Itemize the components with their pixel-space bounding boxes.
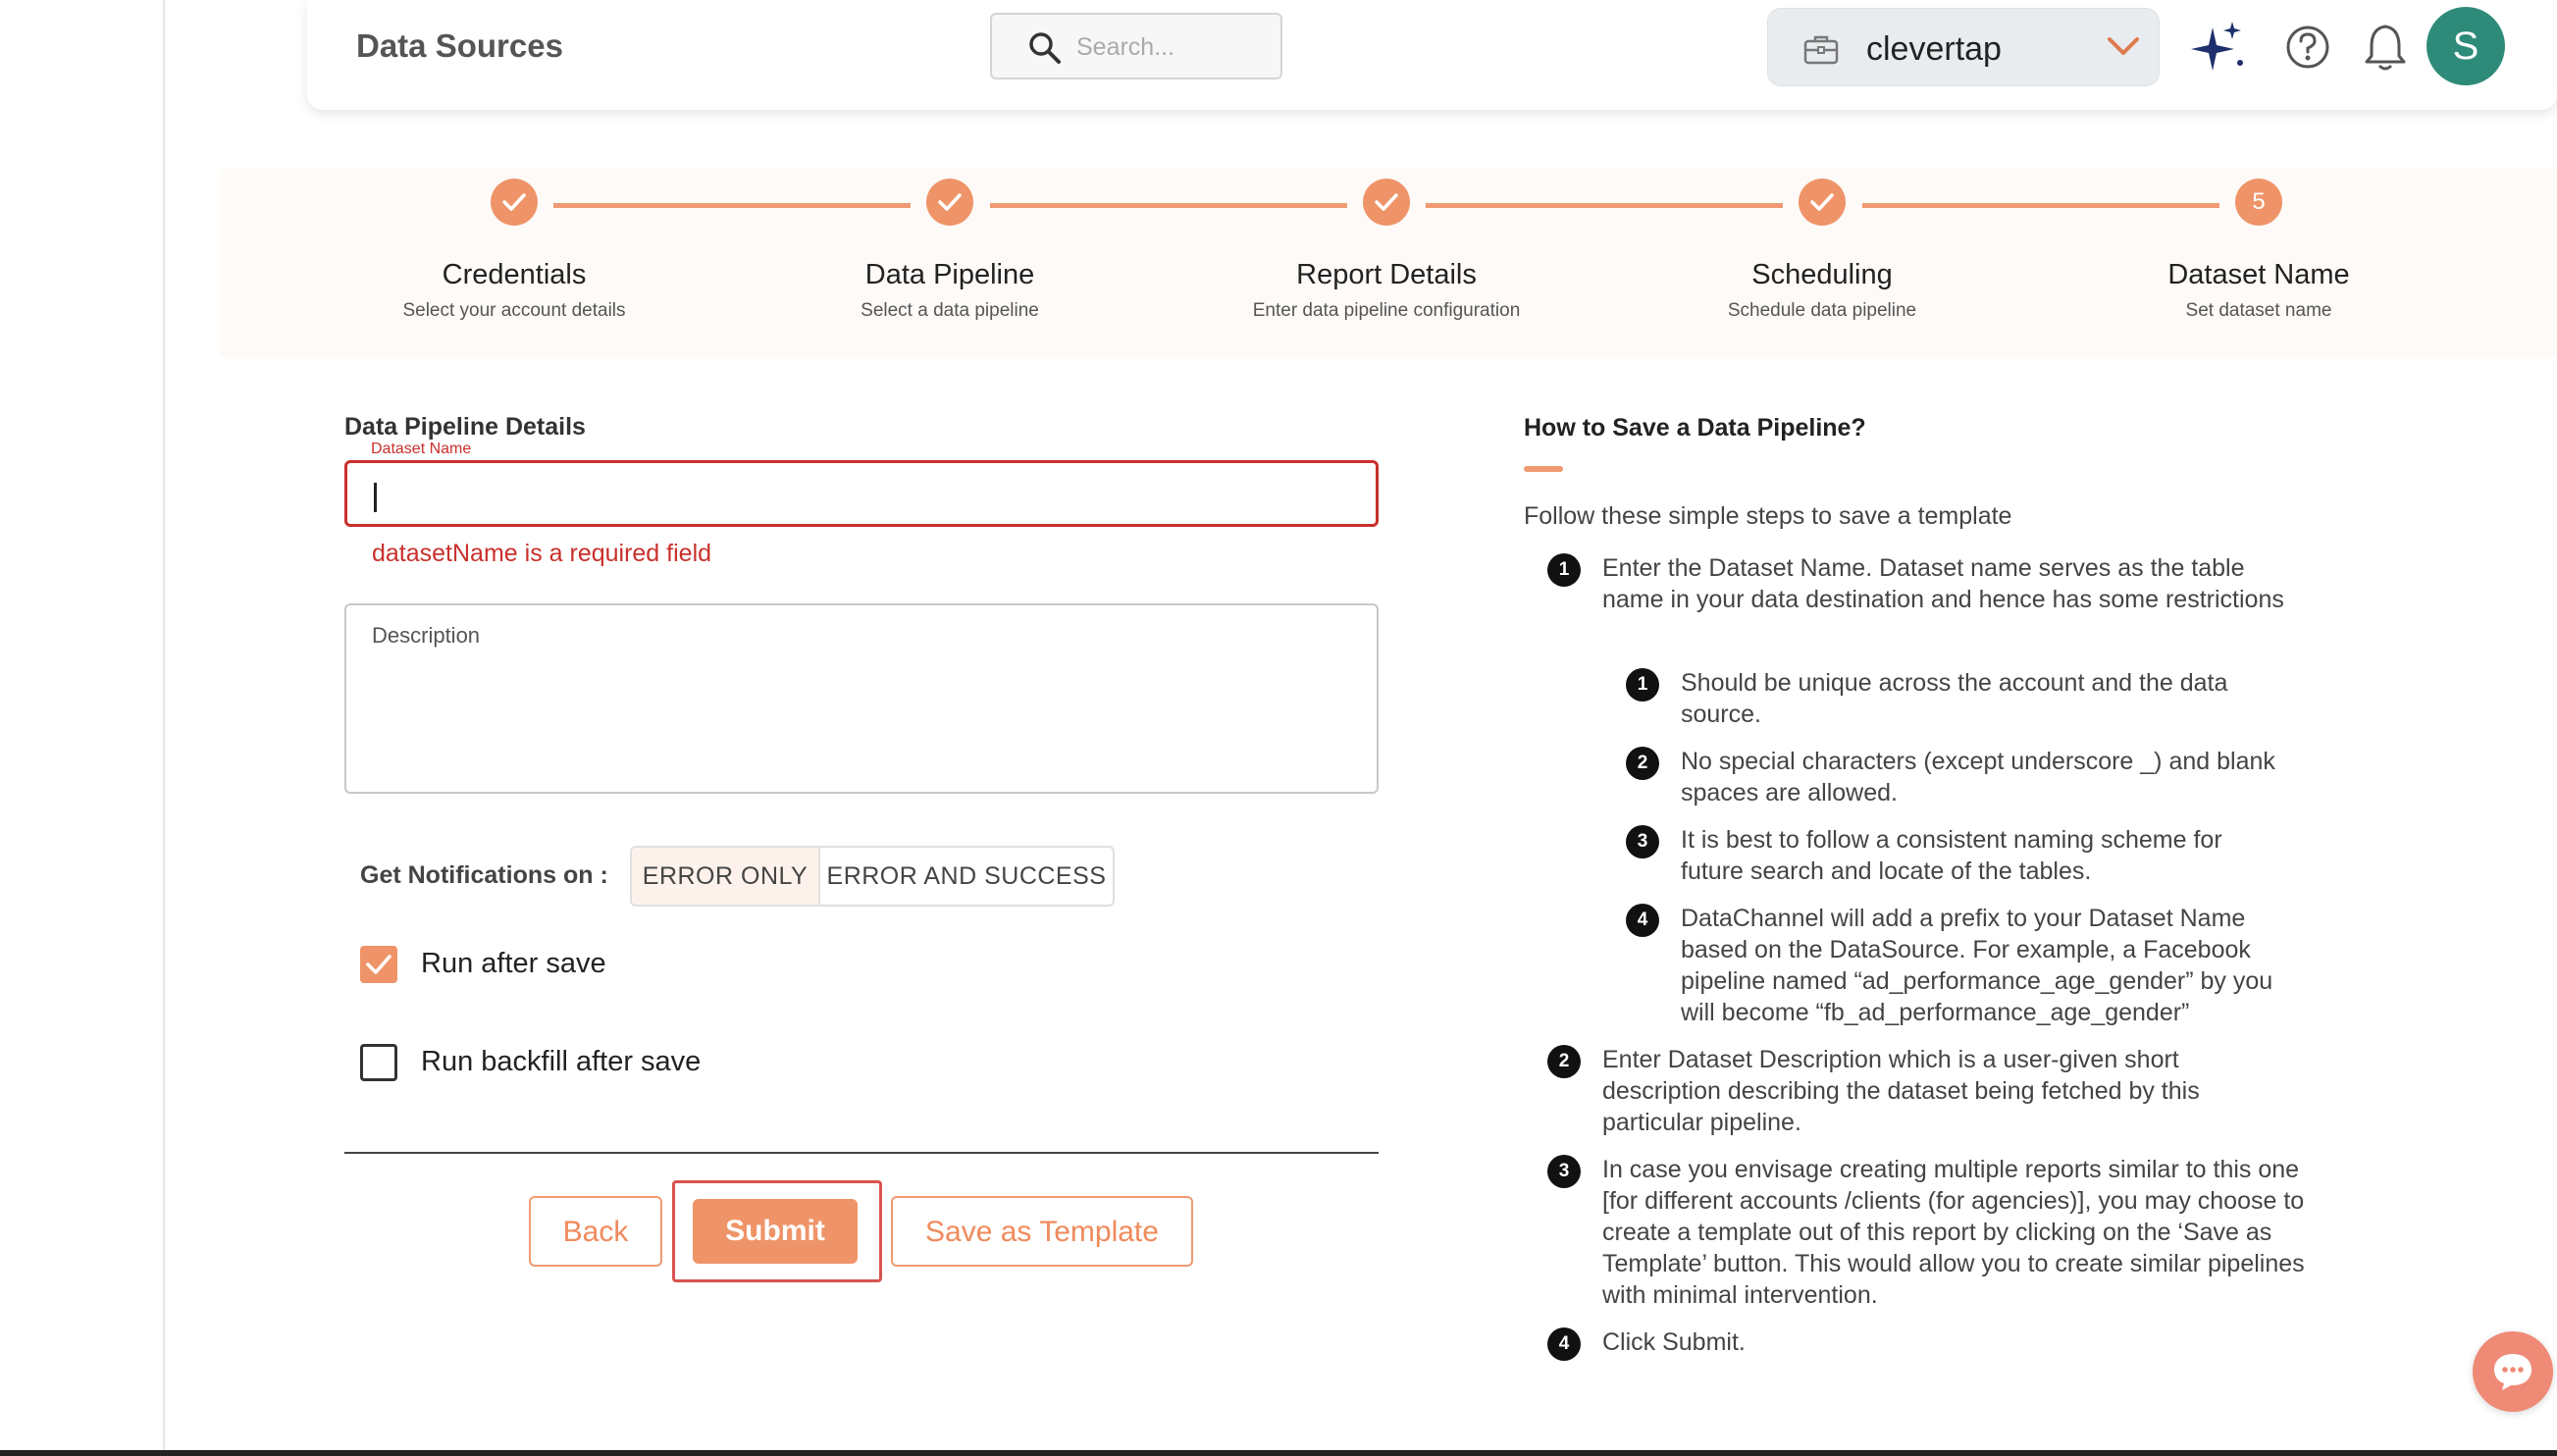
step-5-number: 5	[2235, 179, 2282, 226]
run-after-save-checkbox[interactable]	[360, 946, 397, 983]
step-1-sub: Select your account details	[402, 300, 626, 321]
help-step-number: 1	[1547, 553, 1581, 587]
help-substep-number: 3	[1626, 825, 1659, 858]
check-icon	[366, 955, 391, 974]
help-substep-text: No special characters (except underscore…	[1681, 748, 2275, 806]
step-connector	[990, 203, 1347, 208]
check-icon	[938, 193, 962, 211]
account-name: clevertap	[1866, 30, 2002, 68]
chat-button[interactable]	[2473, 1331, 2553, 1412]
page-title: Data Sources	[356, 27, 563, 64]
briefcase-icon	[1803, 35, 1839, 65]
run-backfill-checkbox[interactable]	[360, 1044, 397, 1081]
description-field[interactable]: Description	[344, 603, 1379, 794]
avatar[interactable]: S	[2427, 7, 2505, 85]
run-after-save-label[interactable]: Run after save	[421, 948, 606, 980]
form-title: Data Pipeline Details	[344, 413, 586, 441]
chat-bubble-icon	[2494, 1354, 2531, 1390]
submit-button[interactable]: Submit	[693, 1199, 858, 1264]
notify-error-and-success-option[interactable]: ERROR AND SUCCESS	[820, 848, 1113, 905]
step-4-label: Scheduling	[1751, 259, 1893, 290]
help-title: How to Save a Data Pipeline?	[1524, 414, 1866, 442]
step-4-check	[1799, 179, 1846, 226]
step-connector	[1862, 203, 2219, 208]
help-step-text: Enter the Dataset Name. Dataset name ser…	[1602, 554, 2284, 613]
check-icon	[502, 193, 526, 211]
check-icon	[1375, 193, 1398, 211]
help-step-number: 4	[1547, 1327, 1581, 1361]
step-2-label: Data Pipeline	[864, 259, 1035, 290]
help-step-number: 2	[1547, 1045, 1581, 1078]
notify-error-only-option[interactable]: ERROR ONLY	[632, 848, 820, 905]
sparkle-icon[interactable]	[2191, 20, 2246, 75]
help-step-text: In case you envisage creating multiple r…	[1602, 1156, 2305, 1309]
step-2-sub: Select a data pipeline	[861, 300, 1039, 321]
dataset-name-field[interactable]	[344, 460, 1379, 527]
step-3-check	[1363, 179, 1410, 226]
step-5-sub: Set dataset name	[2185, 300, 2332, 321]
help-icon[interactable]	[2285, 25, 2330, 70]
account-selector[interactable]: clevertap	[1767, 8, 2160, 86]
bell-icon[interactable]	[2364, 23, 2407, 72]
step-3-label: Report Details	[1296, 259, 1477, 290]
step-2-check	[926, 179, 973, 226]
step-5-label: Dataset Name	[2167, 259, 2350, 290]
dataset-name-error: datasetName is a required field	[372, 540, 712, 567]
notifications-label: Get Notifications on :	[360, 861, 608, 889]
search-input[interactable]	[1076, 30, 1263, 64]
help-step-text: Enter Dataset Description which is a use…	[1602, 1046, 2200, 1136]
help-title-underline	[1524, 466, 1563, 472]
check-icon	[1810, 193, 1834, 211]
help-substep-number: 4	[1626, 904, 1659, 937]
step-3-sub: Enter data pipeline configuration	[1252, 300, 1521, 321]
help-substep-text: Should be unique across the account and …	[1681, 669, 2228, 728]
form-divider	[344, 1152, 1379, 1154]
run-backfill-label[interactable]: Run backfill after save	[421, 1046, 701, 1078]
left-sidebar	[0, 0, 165, 1456]
search-icon	[1029, 32, 1061, 64]
chevron-down-icon	[2108, 37, 2139, 55]
step-connector	[1426, 203, 1783, 208]
help-substep-text: DataChannel will add a prefix to your Da…	[1681, 905, 2273, 1026]
step-1-check	[491, 179, 538, 226]
search-box[interactable]	[990, 13, 1282, 79]
save-as-template-button[interactable]: Save as Template	[891, 1196, 1193, 1267]
help-substep-number: 1	[1626, 668, 1659, 702]
back-button[interactable]: Back	[529, 1196, 662, 1267]
help-step-number: 3	[1547, 1155, 1581, 1188]
step-connector	[553, 203, 911, 208]
help-intro: Follow these simple steps to save a temp…	[1524, 502, 2012, 530]
help-substep-number: 2	[1626, 747, 1659, 780]
dataset-name-label: Dataset Name	[361, 441, 530, 458]
step-1-label: Credentials	[442, 259, 587, 290]
bottom-edge	[0, 1450, 2557, 1456]
step-4-sub: Schedule data pipeline	[1727, 300, 1917, 321]
top-bar: Data Sources clevertap S	[307, 0, 2557, 110]
description-label: Description	[372, 623, 481, 648]
text-caret	[374, 483, 377, 512]
notifications-toggle-group: ERROR ONLY ERROR AND SUCCESS	[630, 846, 1115, 907]
help-step-text: Click Submit.	[1602, 1328, 1746, 1356]
help-substep-text: It is best to follow a consistent naming…	[1681, 826, 2222, 885]
